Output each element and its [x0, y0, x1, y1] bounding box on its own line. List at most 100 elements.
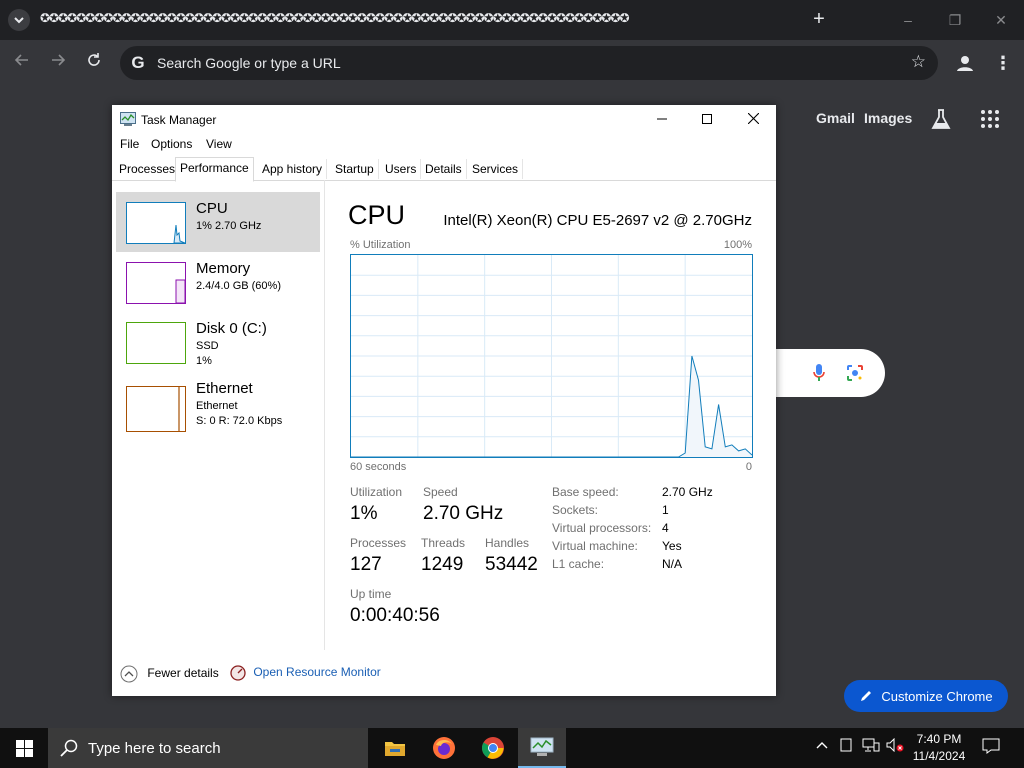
menu-view[interactable]: View — [206, 137, 232, 151]
resource-memory[interactable]: Memory 2.4/4.0 GB (60%) — [116, 252, 320, 312]
flask-icon — [931, 109, 951, 129]
open-resource-monitor-label: Open Resource Monitor — [253, 665, 381, 680]
bookmark-star-icon[interactable]: ☆ — [911, 52, 926, 72]
notification-icon — [982, 738, 1000, 754]
labs-button[interactable] — [931, 108, 951, 135]
clock-time: 7:40 PM — [916, 732, 962, 746]
chevron-up-icon — [816, 742, 828, 749]
profile-button[interactable] — [954, 52, 976, 74]
taskbar-search-placeholder: Type here to search — [88, 740, 221, 757]
browser-toolbar: G Search Google or type a URL ☆ ⋮ — [0, 40, 1024, 86]
graph-ymax-label: 100% — [723, 239, 752, 251]
tm-close-button[interactable] — [730, 105, 776, 133]
task-manager-app-icon — [120, 112, 136, 126]
browser-restore-button[interactable]: ❐ — [940, 8, 970, 32]
ntp-search-box[interactable] — [760, 349, 885, 397]
notifications-button[interactable] — [982, 738, 1000, 757]
tray-volume-icon[interactable] — [886, 737, 904, 755]
speed-value: 2.70 GHz — [423, 503, 504, 524]
menu-file[interactable]: File — [120, 137, 139, 151]
handles-value: 53442 — [485, 554, 538, 575]
threads-value: 1249 — [421, 554, 464, 575]
tab-services[interactable]: Services — [468, 159, 524, 179]
images-link[interactable]: Images — [864, 110, 912, 126]
start-button[interactable] — [0, 728, 48, 768]
tab-performance[interactable]: Performance — [175, 157, 254, 182]
profile-icon — [957, 56, 973, 71]
menu-options[interactable]: Options — [151, 137, 192, 151]
resource-detail: SSD — [196, 340, 219, 352]
tab-search-button[interactable] — [8, 9, 30, 31]
browser-close-button[interactable]: ✕ — [986, 8, 1016, 32]
tm-maximize-button[interactable] — [684, 105, 730, 133]
taskbar-task-manager[interactable] — [518, 728, 566, 768]
new-tab-button[interactable]: + — [808, 8, 830, 30]
l1-cache-label: L1 cache: — [552, 557, 605, 571]
resource-monitor-icon — [230, 665, 246, 681]
customize-chrome-button[interactable]: Customize Chrome — [844, 680, 1008, 712]
graph-xlabel: 60 seconds — [350, 461, 407, 473]
close-icon — [747, 112, 759, 125]
back-button[interactable] — [9, 50, 35, 76]
taskbar-clock[interactable]: 7:40 PM 11/4/2024 — [906, 731, 972, 765]
cpu-title: CPU — [348, 200, 406, 230]
folder-icon — [385, 742, 405, 756]
tab-title[interactable]: ✪✪✪✪✪✪✪✪✪✪✪✪✪✪✪✪✪✪✪✪✪✪✪✪✪✪✪✪✪✪✪✪✪✪✪✪✪✪✪✪… — [40, 11, 770, 25]
virtual-machine-label: Virtual machine: — [552, 539, 638, 553]
base-speed-label: Base speed: — [552, 485, 619, 499]
tm-tab-bar: Processes Performance App history Startu… — [112, 157, 776, 182]
tray-tablet-icon[interactable] — [840, 738, 852, 755]
volume-muted-icon — [886, 737, 904, 753]
forward-arrow-icon — [52, 54, 66, 66]
tab-details[interactable]: Details — [421, 159, 467, 179]
sockets-value: 1 — [662, 503, 669, 517]
tab-processes[interactable]: Processes — [115, 159, 181, 179]
utilization-label: Utilization — [350, 485, 403, 499]
tm-minimize-button[interactable] — [639, 105, 685, 133]
omnibox[interactable]: G Search Google or type a URL ☆ — [120, 46, 938, 80]
tab-app-history[interactable]: App history — [258, 159, 328, 179]
resource-cpu[interactable]: CPU 1% 2.70 GHz — [116, 192, 320, 252]
taskbar-file-explorer[interactable] — [371, 728, 419, 768]
resource-disk[interactable]: Disk 0 (C:) SSD 1% — [116, 312, 320, 372]
taskbar-firefox[interactable] — [420, 728, 468, 768]
speed-label: Speed — [423, 485, 458, 499]
tab-startup[interactable]: Startup — [331, 159, 379, 179]
task-manager-icon — [530, 737, 554, 756]
customize-chrome-label: Customize Chrome — [881, 688, 993, 704]
gmail-link[interactable]: Gmail — [816, 110, 855, 126]
forward-button[interactable] — [45, 50, 71, 76]
task-manager-title: Task Manager — [141, 113, 217, 127]
lens-icon[interactable] — [846, 364, 864, 382]
resource-ethernet[interactable]: Ethernet Ethernet S: 0 R: 72.0 Kbps — [116, 378, 320, 438]
clock-date: 11/4/2024 — [912, 749, 966, 763]
memory-thumbnail-graph — [126, 262, 186, 304]
threads-label: Threads — [421, 536, 466, 550]
reload-button[interactable] — [81, 50, 107, 76]
browser-minimize-button[interactable]: – — [893, 8, 923, 32]
resource-name: CPU — [196, 200, 228, 217]
base-speed-value: 2.70 GHz — [662, 485, 713, 499]
omnibox-placeholder[interactable]: Search Google or type a URL — [157, 55, 341, 71]
l1-cache-value: N/A — [662, 557, 683, 571]
resource-detail: 2.4/4.0 GB (60%) — [196, 280, 281, 292]
fewer-details-button[interactable]: Fewer details — [120, 665, 219, 683]
taskbar-search-box[interactable]: Type here to search — [48, 728, 368, 768]
reload-icon — [88, 53, 100, 66]
maximize-icon — [702, 114, 712, 124]
taskbar-chrome[interactable] — [469, 728, 517, 768]
pencil-icon — [861, 691, 872, 701]
tray-overflow-button[interactable] — [816, 738, 828, 753]
processes-value: 127 — [350, 554, 382, 575]
voice-search-icon[interactable] — [812, 363, 826, 383]
open-resource-monitor-link[interactable]: Open Resource Monitor — [230, 665, 381, 681]
tab-users[interactable]: Users — [381, 159, 422, 179]
handles-label: Handles — [485, 536, 530, 550]
resource-name: Memory — [196, 260, 251, 277]
apps-button[interactable] — [980, 109, 1000, 134]
firefox-icon — [433, 737, 455, 759]
browser-titlebar: ✪✪✪✪✪✪✪✪✪✪✪✪✪✪✪✪✪✪✪✪✪✪✪✪✪✪✪✪✪✪✪✪✪✪✪✪✪✪✪✪… — [0, 0, 1024, 40]
tray-network-icon[interactable] — [862, 738, 880, 755]
chrome-menu-button[interactable]: ⋮ — [994, 52, 1012, 74]
resource-detail-2: S: 0 R: 72.0 Kbps — [196, 415, 283, 427]
